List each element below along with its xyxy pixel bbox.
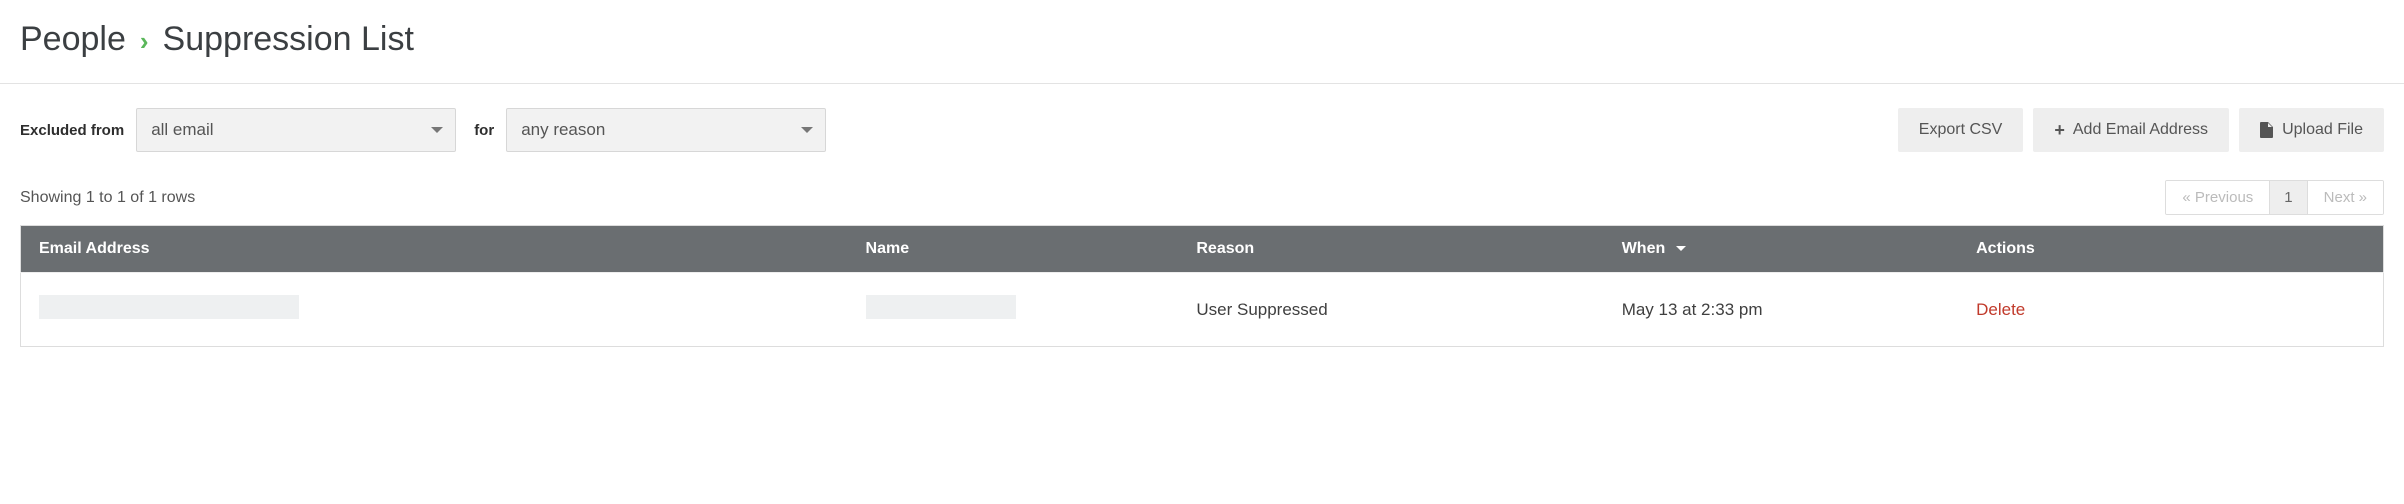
for-select[interactable]: any reason bbox=[506, 108, 826, 152]
upload-file-button[interactable]: Upload File bbox=[2239, 108, 2384, 152]
toolbar: Excluded from all email for any reason E… bbox=[20, 108, 2384, 152]
plus-icon: + bbox=[2054, 121, 2065, 139]
cell-reason: User Suppressed bbox=[1178, 273, 1603, 347]
pager-prev[interactable]: « Previous bbox=[2166, 181, 2269, 214]
col-header-reason[interactable]: Reason bbox=[1178, 226, 1603, 273]
cell-name bbox=[848, 273, 1179, 347]
delete-link[interactable]: Delete bbox=[1976, 300, 2025, 319]
chevron-down-icon bbox=[1676, 240, 1686, 258]
upload-file-label: Upload File bbox=[2282, 121, 2363, 139]
excluded-from-select[interactable]: all email bbox=[136, 108, 456, 152]
chevron-down-icon bbox=[801, 127, 813, 133]
suppression-table: Email Address Name Reason When Actions bbox=[20, 225, 2384, 347]
cell-when: May 13 at 2:33 pm bbox=[1604, 273, 1958, 347]
for-label: for bbox=[474, 122, 494, 139]
breadcrumb-parent[interactable]: People bbox=[20, 20, 126, 59]
table-header-row: Email Address Name Reason When Actions bbox=[21, 226, 2384, 273]
breadcrumb-separator-icon: › bbox=[140, 28, 149, 54]
for-value: any reason bbox=[521, 120, 605, 140]
pager-current[interactable]: 1 bbox=[2269, 181, 2306, 214]
col-header-when-label: When bbox=[1622, 240, 1666, 257]
add-email-button[interactable]: + Add Email Address bbox=[2033, 108, 2229, 152]
file-icon bbox=[2260, 122, 2274, 138]
divider bbox=[0, 83, 2404, 84]
redacted-name bbox=[866, 295, 1016, 319]
pagination: « Previous 1 Next » bbox=[2165, 180, 2384, 215]
cell-actions: Delete bbox=[1958, 273, 2383, 347]
table-row: User Suppressed May 13 at 2:33 pm Delete bbox=[21, 273, 2384, 347]
export-csv-label: Export CSV bbox=[1919, 121, 2003, 139]
export-csv-button[interactable]: Export CSV bbox=[1898, 108, 2024, 152]
col-header-name[interactable]: Name bbox=[848, 226, 1179, 273]
excluded-from-label: Excluded from bbox=[20, 122, 124, 139]
breadcrumb: People › Suppression List bbox=[20, 20, 2384, 59]
cell-email bbox=[21, 273, 848, 347]
col-header-actions: Actions bbox=[1958, 226, 2383, 273]
add-email-label: Add Email Address bbox=[2073, 121, 2208, 139]
excluded-from-value: all email bbox=[151, 120, 213, 140]
col-header-when[interactable]: When bbox=[1604, 226, 1958, 273]
col-header-email[interactable]: Email Address bbox=[21, 226, 848, 273]
redacted-email bbox=[39, 295, 299, 319]
chevron-down-icon bbox=[431, 127, 443, 133]
pager-next[interactable]: Next » bbox=[2307, 181, 2383, 214]
breadcrumb-current: Suppression List bbox=[163, 20, 414, 59]
rows-summary: Showing 1 to 1 of 1 rows bbox=[20, 189, 195, 207]
